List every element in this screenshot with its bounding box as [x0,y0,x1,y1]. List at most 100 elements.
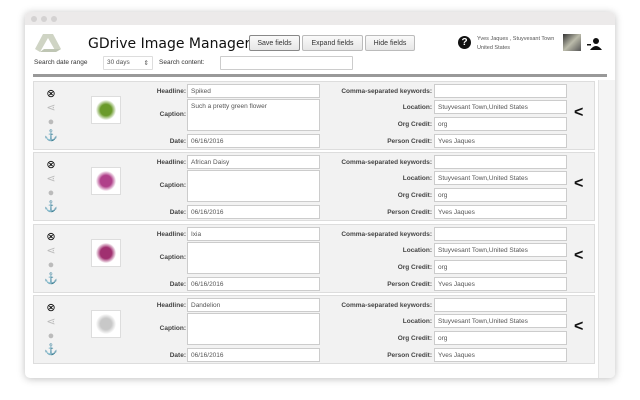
image-thumbnail[interactable] [91,96,121,124]
image-row: ⊗ ⋖ ● ⚓ Headline: Dandelion Caption: Dat… [33,295,595,364]
org-credit-input[interactable]: org [434,331,567,345]
gdrive-logo-icon [35,34,61,52]
delete-icon[interactable]: ⊗ [44,302,58,315]
close-window-dot[interactable] [31,16,37,22]
flower-image [96,171,116,191]
caption-textarea[interactable] [187,313,320,345]
collapse-chevron-icon[interactable]: < [574,175,583,193]
location-input[interactable]: Stuyvesant Town,United States [434,243,567,257]
delete-icon[interactable]: ⊗ [44,88,58,101]
caption-textarea[interactable] [187,170,320,202]
title-bar [25,12,615,25]
headline-input[interactable]: Spiked [187,84,320,98]
location-input[interactable]: Stuyvesant Town,United States [434,314,567,328]
keywords-label: Comma-separated keywords: [341,231,432,238]
select-arrows-icon: ⇕ [143,60,149,67]
globe-icon[interactable]: ● [44,187,58,200]
person-credit-input[interactable]: Yves Jaques [434,277,567,291]
help-icon[interactable]: ? [458,36,471,49]
location-label: Location: [402,175,432,182]
scrollbar[interactable] [598,80,615,378]
minimize-window-dot[interactable] [41,16,47,22]
caption-textarea[interactable] [187,242,320,274]
anchor-icon[interactable]: ⚓ [44,130,58,143]
header-divider [33,74,607,77]
date-input[interactable]: 06/16/2016 [187,277,320,291]
keywords-label: Comma-separated keywords: [341,302,432,309]
date-label: Date: [169,281,186,288]
keywords-input[interactable] [434,227,567,241]
search-content-label: Search content: [159,59,205,66]
date-range-label: Search date range [34,59,88,66]
org-credit-input[interactable]: org [434,260,567,274]
person-credit-input[interactable]: Yves Jaques [434,348,567,362]
flower-image [96,243,116,263]
keywords-input[interactable] [434,155,567,169]
location-label: Location: [402,247,432,254]
image-thumbnail[interactable] [91,239,121,267]
person-credit-label: Person Credit: [387,281,432,288]
person-credit-input[interactable]: Yves Jaques [434,205,567,219]
keywords-input[interactable] [434,298,567,312]
caption-label: Caption: [159,325,186,332]
delete-icon[interactable]: ⊗ [44,159,58,172]
app-window: GDrive Image Manager Save fields Expand … [25,12,615,378]
org-credit-input[interactable]: org [434,188,567,202]
person-credit-label: Person Credit: [387,138,432,145]
collapse-chevron-icon[interactable]: < [574,247,583,265]
headline-input[interactable]: Ixia [187,227,320,241]
date-input[interactable]: 06/16/2016 [187,348,320,362]
hide-fields-button[interactable]: Hide fields [365,35,415,51]
person-credit-label: Person Credit: [387,352,432,359]
date-input[interactable]: 06/16/2016 [187,205,320,219]
caption-textarea[interactable]: Such a pretty green flower [187,99,320,131]
share-icon[interactable]: ⋖ [44,245,58,258]
date-label: Date: [169,209,186,216]
sign-out-user-icon[interactable] [587,37,602,50]
anchor-icon[interactable]: ⚓ [44,344,58,357]
globe-icon[interactable]: ● [44,259,58,272]
image-thumbnail[interactable] [91,167,121,195]
caption-label: Caption: [159,254,186,261]
location-input[interactable]: Stuyvesant Town,United States [434,171,567,185]
share-icon[interactable]: ⋖ [44,316,58,329]
delete-icon[interactable]: ⊗ [44,231,58,244]
image-row: ⊗ ⋖ ● ⚓ Headline: Ixia Caption: Date: 06… [33,224,595,293]
org-credit-input[interactable]: org [434,117,567,131]
date-range-value: 30 days [107,59,130,66]
search-content-input[interactable] [220,56,353,70]
headline-input[interactable]: African Daisy [187,155,320,169]
location-input[interactable]: Stuyvesant Town,United States [434,100,567,114]
person-credit-input[interactable]: Yves Jaques [434,134,567,148]
user-info: Yves Jaques , Stuyvesant Town United Sta… [477,36,555,51]
save-fields-button[interactable]: Save fields [249,35,300,51]
image-row: ⊗ ⋖ ● ⚓ Headline: Spiked Caption: Such a… [33,81,595,150]
app-title: GDrive Image Manager [88,36,251,52]
headline-label: Headline: [156,88,186,95]
headline-label: Headline: [156,302,186,309]
globe-icon[interactable]: ● [44,330,58,343]
location-label: Location: [402,104,432,111]
anchor-icon[interactable]: ⚓ [44,273,58,286]
user-avatar[interactable] [563,34,581,51]
expand-fields-button[interactable]: Expand fields [302,35,363,51]
image-row: ⊗ ⋖ ● ⚓ Headline: African Daisy Caption:… [33,152,595,221]
anchor-icon[interactable]: ⚓ [44,201,58,214]
share-icon[interactable]: ⋖ [44,102,58,115]
headline-input[interactable]: Dandelion [187,298,320,312]
flower-image [96,314,116,334]
date-label: Date: [169,352,186,359]
keywords-label: Comma-separated keywords: [341,88,432,95]
date-input[interactable]: 06/16/2016 [187,134,320,148]
share-icon[interactable]: ⋖ [44,173,58,186]
keywords-input[interactable] [434,84,567,98]
maximize-window-dot[interactable] [51,16,57,22]
org-credit-label: Org Credit: [397,192,432,199]
collapse-chevron-icon[interactable]: < [574,318,583,336]
date-range-select[interactable]: 30 days ⇕ [103,56,153,70]
collapse-chevron-icon[interactable]: < [574,104,583,122]
headline-label: Headline: [156,159,186,166]
globe-icon[interactable]: ● [44,116,58,129]
keywords-label: Comma-separated keywords: [341,159,432,166]
image-thumbnail[interactable] [91,310,121,338]
